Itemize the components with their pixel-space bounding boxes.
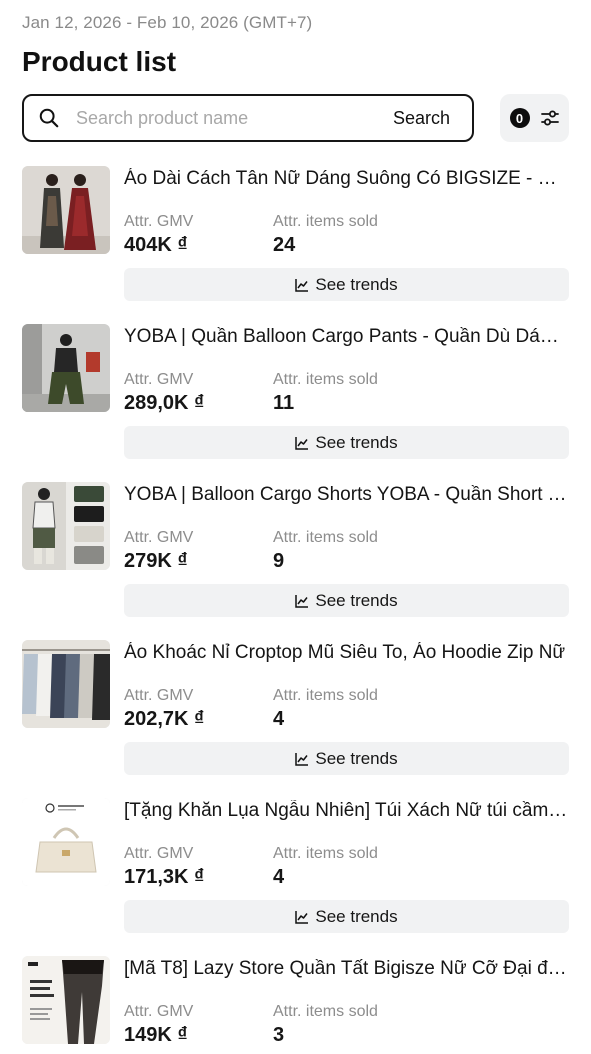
items-sold-label: Attr. items sold [273,687,378,704]
product-image[interactable] [22,482,110,570]
see-trends-button[interactable]: See trends [124,426,569,459]
product-name[interactable]: Áo Khoác Nỉ Croptop Mũ Siêu To, Áo Hoodi… [124,642,569,664]
items-sold-label: Attr. items sold [273,1003,378,1020]
product-item[interactable]: Áo Dài Cách Tân Nữ Dáng Suông Có BIGSIZE… [22,166,569,306]
product-name[interactable]: Áo Dài Cách Tân Nữ Dáng Suông Có BIGSIZE… [124,168,569,190]
product-image[interactable] [22,640,110,728]
see-trends-label: See trends [315,274,398,294]
gmv-value: 171,3K ₫ [124,866,205,888]
gmv-label: Attr. GMV [124,213,194,230]
chart-icon [295,752,309,766]
gmv-metric: Attr. GMV 289,0K ₫ [124,371,204,415]
search-box[interactable]: Search [22,94,474,142]
gmv-value: 202,7K ₫ [124,708,205,730]
items-sold-label: Attr. items sold [273,371,378,388]
see-trends-button[interactable]: See trends [124,742,569,775]
chart-icon [295,594,309,608]
product-name[interactable]: YOBA | Quần Balloon Cargo Pants - Quần D… [124,326,569,348]
items-sold-value: 9 [273,550,285,572]
date-range[interactable]: Jan 12, 2026 - Feb 10, 2026 (GMT+7) [22,13,312,33]
items-sold-metric: Attr. items sold 4 [273,687,378,731]
see-trends-label: See trends [315,748,398,768]
gmv-value: 279K ₫ [124,550,188,572]
product-image[interactable] [22,324,110,412]
gmv-label: Attr. GMV [124,845,194,862]
items-sold-value: 4 [273,708,285,730]
gmv-metric: Attr. GMV 171,3K ₫ [124,845,204,889]
gmv-label: Attr. GMV [124,1003,194,1020]
items-sold-metric: Attr. items sold 11 [273,371,378,415]
gmv-label: Attr. GMV [124,529,194,546]
chart-icon [295,910,309,924]
product-image[interactable] [22,956,110,1044]
gmv-label: Attr. GMV [124,371,194,388]
product-item[interactable]: YOBA | Quần Balloon Cargo Pants - Quần D… [22,324,569,464]
items-sold-value: 11 [273,392,295,414]
see-trends-label: See trends [315,590,398,610]
sliders-icon [540,110,559,126]
product-image[interactable] [22,166,110,254]
items-sold-value: 3 [273,1024,285,1046]
gmv-metric: Attr. GMV 149K ₫ [124,1003,193,1047]
items-sold-value: 24 [273,234,296,256]
see-trends-label: See trends [315,432,398,452]
see-trends-button[interactable]: See trends [124,268,569,301]
see-trends-button[interactable]: See trends [124,584,569,617]
gmv-label: Attr. GMV [124,687,194,704]
see-trends-button[interactable]: See trends [124,900,569,933]
product-item[interactable]: [Mã T8] Lazy Store Quần Tất Bigisze Nữ C… [22,956,569,1048]
gmv-value: 149K ₫ [124,1024,188,1046]
chart-icon [295,278,309,292]
items-sold-metric: Attr. items sold 24 [273,213,378,257]
product-item[interactable]: [Tặng Khăn Lụa Ngẫu Nhiên] Túi Xách Nữ t… [22,798,569,938]
gmv-metric: Attr. GMV 279K ₫ [124,529,193,573]
product-name[interactable]: YOBA | Balloon Cargo Shorts YOBA - Quần … [124,484,569,506]
items-sold-metric: Attr. items sold 3 [273,1003,378,1047]
product-name[interactable]: [Mã T8] Lazy Store Quần Tất Bigisze Nữ C… [124,958,569,980]
items-sold-label: Attr. items sold [273,845,378,862]
search-input[interactable] [74,106,393,130]
gmv-value: 289,0K ₫ [124,392,205,414]
filter-count-badge: 0 [509,108,530,128]
items-sold-label: Attr. items sold [273,213,378,230]
filter-button[interactable]: 0 [500,94,569,142]
gmv-metric: Attr. GMV 202,7K ₫ [124,687,204,731]
search-icon [39,108,59,128]
chart-icon [295,436,309,450]
items-sold-metric: Attr. items sold 9 [273,529,378,573]
items-sold-metric: Attr. items sold 4 [273,845,378,889]
items-sold-value: 4 [273,866,285,888]
product-item[interactable]: YOBA | Balloon Cargo Shorts YOBA - Quần … [22,482,569,622]
gmv-value: 404K ₫ [124,234,188,256]
product-image[interactable] [22,798,110,886]
page-title: Product list [22,46,177,77]
items-sold-label: Attr. items sold [273,529,378,546]
product-item[interactable]: Áo Khoác Nỉ Croptop Mũ Siêu To, Áo Hoodi… [22,640,569,780]
see-trends-label: See trends [315,906,398,926]
product-name[interactable]: [Tặng Khăn Lụa Ngẫu Nhiên] Túi Xách Nữ t… [124,800,569,822]
search-button[interactable]: Search [393,108,450,129]
gmv-metric: Attr. GMV 404K ₫ [124,213,193,257]
